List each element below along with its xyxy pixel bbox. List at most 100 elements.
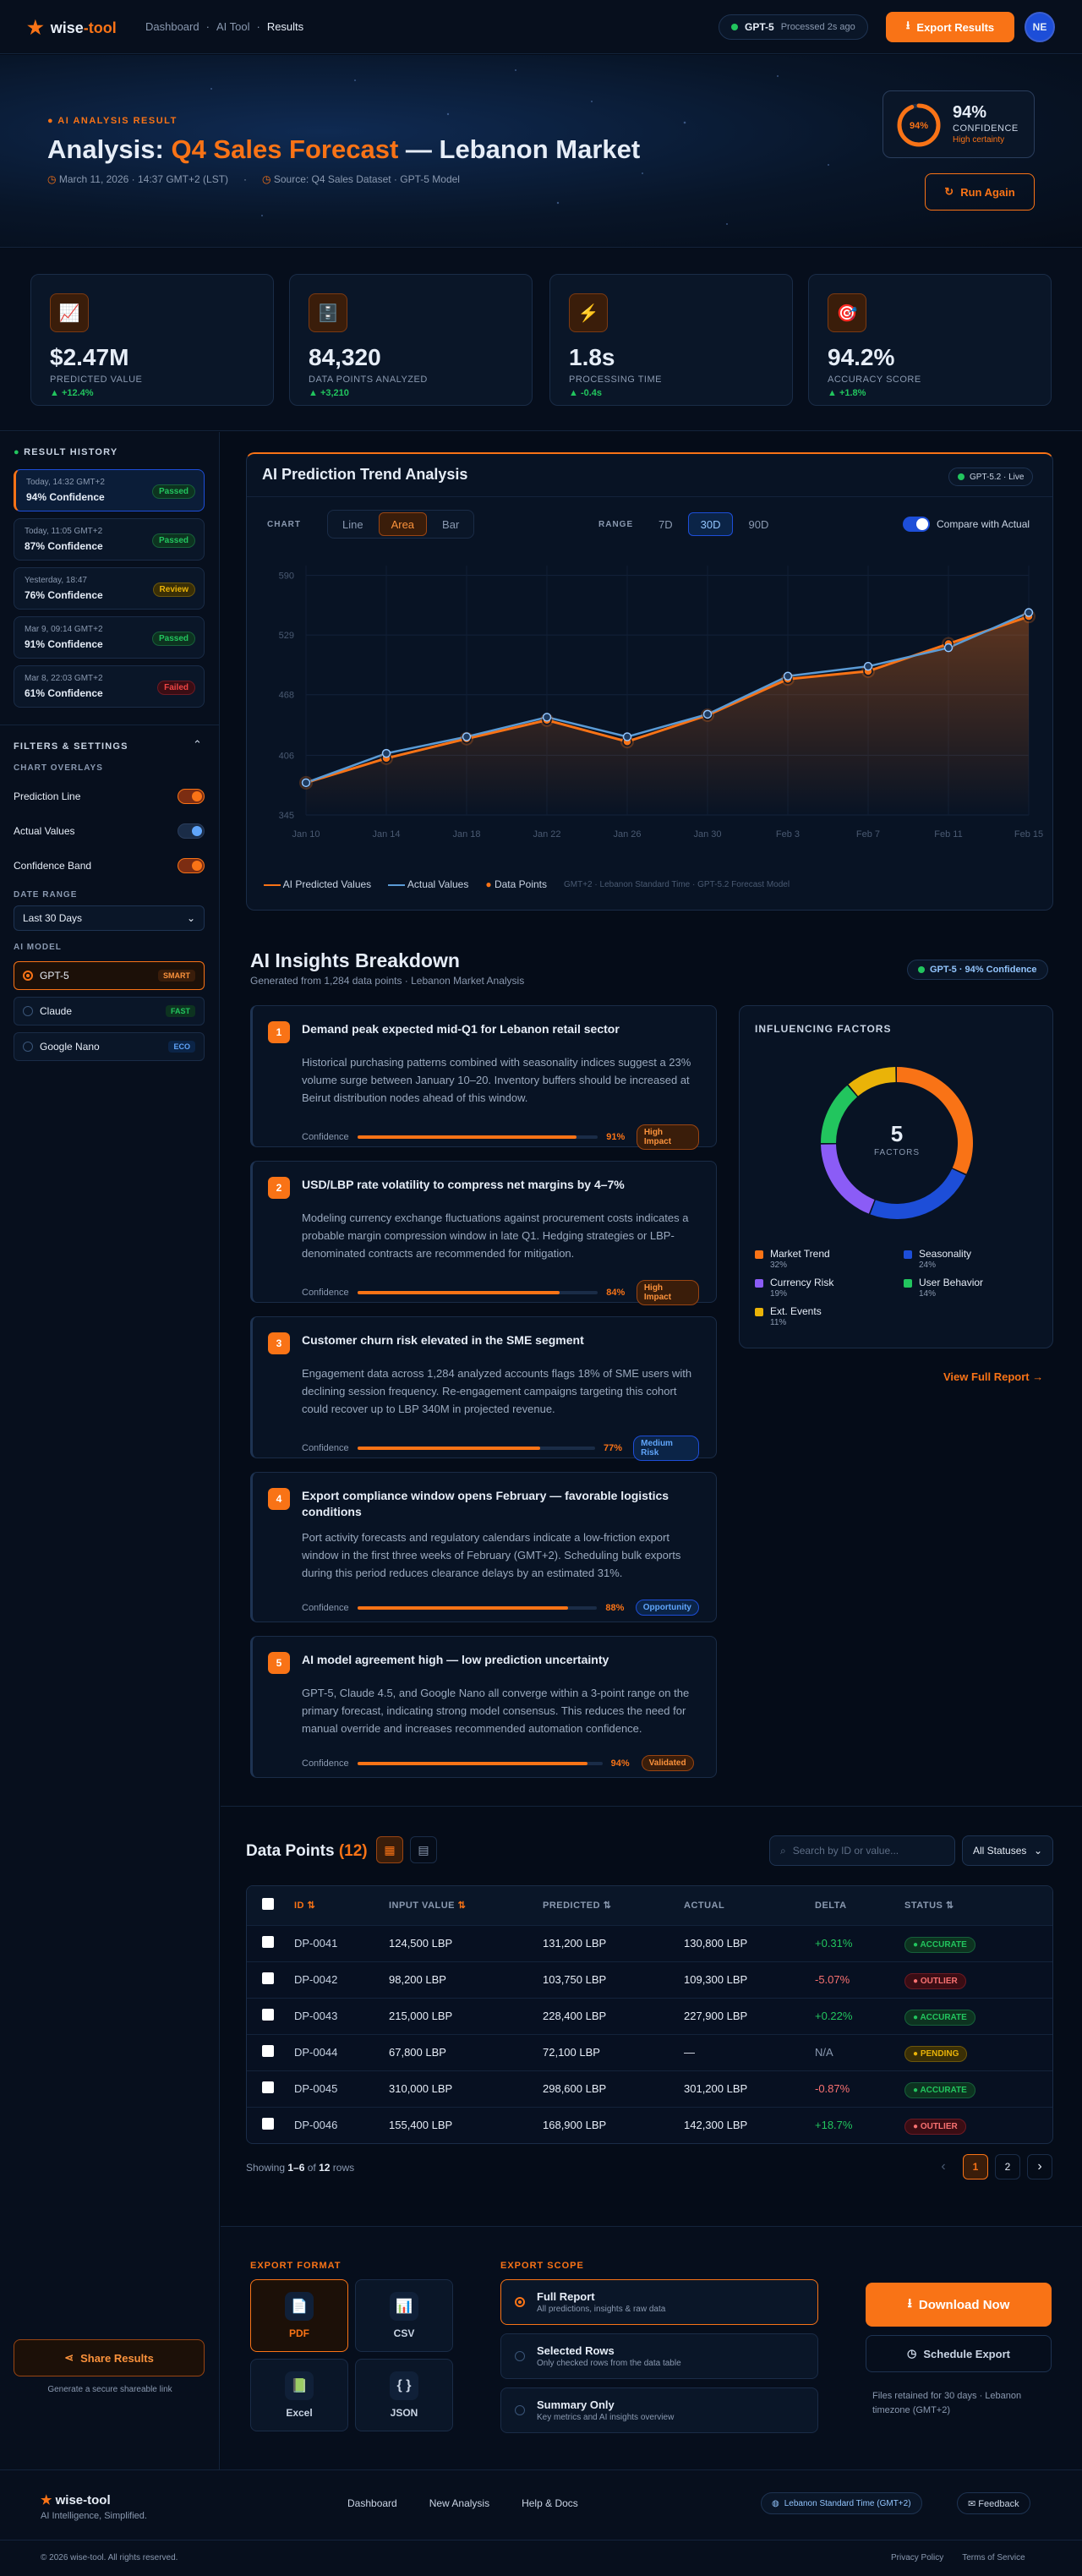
run-again-button[interactable]: ↻ Run Again xyxy=(925,173,1035,211)
table-row[interactable]: DP-0043 215,000 LBP 228,400 LBP 227,900 LBP… xyxy=(247,1997,1052,2034)
table-row[interactable]: DP-0044 67,800 LBP 72,100 LBP — N/A ● PENDING xyxy=(247,2033,1052,2070)
divider xyxy=(247,496,1052,497)
insight-title: USD/LBP rate volatility to compress net … xyxy=(302,1178,625,1191)
history-item[interactable]: Mar 8, 22:03 GMT+2 61% Confidence Failed xyxy=(14,665,205,708)
history-confidence: 94% Confidence xyxy=(26,491,105,503)
format-csv[interactable]: 📊 CSV xyxy=(355,2279,453,2352)
search-input[interactable]: ⌕ Search by ID or value... xyxy=(769,1835,955,1866)
model-option-claude[interactable]: Claude FAST xyxy=(14,997,205,1025)
row-checkbox[interactable] xyxy=(262,2045,274,2057)
compare-toggle[interactable] xyxy=(903,517,930,532)
table-row[interactable]: DP-0046 155,400 LBP 168,900 LBP 142,300 LBP… xyxy=(247,2106,1052,2143)
insight-number: 2 xyxy=(268,1177,290,1199)
donut-slice[interactable] xyxy=(870,1168,966,1219)
chart-type-area[interactable]: Area xyxy=(378,512,428,536)
format-pdf[interactable]: 📄 PDF xyxy=(250,2279,348,2352)
model-option-gpt5[interactable]: GPT-5 SMART xyxy=(14,961,205,990)
date-range-value: Last 30 Days xyxy=(23,912,83,924)
select-all-checkbox[interactable] xyxy=(262,1898,274,1911)
stat-card-data-points: 🗄️ 84,320 DATA POINTS ANALYZED ▲ +3,210 xyxy=(289,274,533,406)
insight-card[interactable]: 3 Customer churn risk elevated in the SM… xyxy=(250,1316,717,1461)
row-checkbox[interactable] xyxy=(262,1972,274,1984)
download-icon: ⭳ xyxy=(907,2295,912,2311)
range-30d[interactable]: 30D xyxy=(687,512,734,536)
col-input-value[interactable]: INPUT VALUE ⇅ xyxy=(389,1886,543,1925)
table-view-icon[interactable]: ▦ xyxy=(376,1836,403,1863)
copyright: © 2026 wise-tool. All rights reserved. xyxy=(41,2553,178,2562)
page-button-1[interactable]: 1 xyxy=(963,2154,988,2179)
page-button-2[interactable]: 2 xyxy=(995,2154,1020,2179)
breadcrumb-ai-tool[interactable]: AI Tool xyxy=(216,20,250,33)
trend-chart: 345 406 468 529 590 Jan 10 Jan 14 Jan 18 Jan 22 J… xyxy=(279,566,1043,840)
schedule-export-button[interactable]: ◷ Schedule Export xyxy=(866,2335,1052,2372)
confidence-card: 94% 94% CONFIDENCE High certainty xyxy=(883,90,1035,158)
feedback-button[interactable]: ✉ Feedback xyxy=(957,2492,1030,2514)
history-confidence: 87% Confidence xyxy=(25,540,103,552)
date-range-select[interactable]: Last 30 Days ⌄ xyxy=(14,905,205,931)
footer-link-new-analysis[interactable]: New Analysis xyxy=(429,2497,489,2509)
footer-link-dashboard[interactable]: Dashboard xyxy=(347,2497,397,2509)
chevron-up-icon[interactable]: ⌃ xyxy=(193,738,202,752)
table-row[interactable]: DP-0045 310,000 LBP 298,600 LBP 301,200 LBP… xyxy=(247,2070,1052,2107)
format-excel[interactable]: 📗 Excel xyxy=(250,2359,348,2431)
processed-time: Processed 2s ago xyxy=(780,22,855,32)
row-checkbox[interactable] xyxy=(262,2118,274,2130)
status-badge: ● ACCURATE xyxy=(904,2010,975,2026)
hero-meta: ◷ March 11, 2026 · 14:37 GMT+2 (LST) · ◷… xyxy=(47,173,460,185)
x-tick-label: Feb 11 xyxy=(934,829,962,840)
breadcrumb-dashboard[interactable]: Dashboard xyxy=(145,20,199,33)
legend-predicted: AI Predicted Values xyxy=(264,878,371,890)
clock-icon: ◷ xyxy=(47,173,57,185)
model-option-google-nano[interactable]: Google Nano ECO xyxy=(14,1032,205,1061)
history-time: Yesterday, 18:47 xyxy=(25,576,87,585)
scope-summary-only[interactable]: Summary Only Key metrics and AI insights … xyxy=(500,2387,818,2433)
insight-card[interactable]: 5 AI model agreement high — low predicti… xyxy=(250,1636,717,1778)
range-90d[interactable]: 90D xyxy=(736,512,780,536)
prediction-line-toggle[interactable] xyxy=(178,789,205,804)
x-tick-label: Jan 30 xyxy=(693,829,721,840)
avatar[interactable]: NE xyxy=(1025,12,1055,42)
actual-values-toggle[interactable] xyxy=(178,823,205,839)
table-row[interactable]: DP-0041 124,500 LBP 131,200 LBP 130,800 LBP… xyxy=(247,1924,1052,1961)
history-item[interactable]: Mar 9, 09:14 GMT+2 91% Confidence Passed xyxy=(14,616,205,659)
view-full-report-link[interactable]: View Full Report → xyxy=(943,1370,1043,1383)
col-status[interactable]: STATUS ⇅ xyxy=(904,1886,1052,1925)
grid-view-icon[interactable]: ▤ xyxy=(410,1836,437,1863)
privacy-policy-link[interactable]: Privacy Policy xyxy=(891,2553,943,2562)
footer-links: Dashboard New Analysis Help & Docs xyxy=(347,2497,578,2509)
format-json[interactable]: { } JSON xyxy=(355,2359,453,2431)
model-status-pill[interactable]: GPT-5 Processed 2s ago xyxy=(719,14,868,40)
row-checkbox[interactable] xyxy=(262,2009,274,2021)
history-item[interactable]: Today, 14:32 GMT+2 94% Confidence Passed xyxy=(14,469,205,511)
history-item[interactable]: Today, 11:05 GMT+2 87% Confidence Passed xyxy=(14,518,205,561)
donut-slice[interactable] xyxy=(848,1067,896,1097)
scope-full-report[interactable]: Full Report All predictions, insights & r… xyxy=(500,2279,818,2325)
export-results-button[interactable]: ⭳ Export Results xyxy=(886,12,1014,42)
history-item[interactable]: Yesterday, 18:47 76% Confidence Review xyxy=(14,567,205,610)
col-id[interactable]: ID ⇅ xyxy=(294,1886,389,1925)
chart-type-label: CHART xyxy=(267,520,301,529)
insight-card[interactable]: 2 USD/LBP rate volatility to compress ne… xyxy=(250,1161,717,1305)
logo[interactable]: ★ wise-tool xyxy=(27,17,117,39)
col-predicted[interactable]: PREDICTED ⇅ xyxy=(543,1886,684,1925)
terms-link[interactable]: Terms of Service xyxy=(962,2553,1025,2562)
chart-type-line[interactable]: Line xyxy=(331,512,375,536)
download-now-button[interactable]: ⭳ Download Now xyxy=(866,2283,1052,2327)
status-filter-select[interactable]: All Statuses ⌄ xyxy=(962,1835,1053,1866)
range-7d[interactable]: 7D xyxy=(647,512,685,536)
share-label: Share Results xyxy=(80,2351,154,2365)
chevron-left-icon[interactable]: ‹ xyxy=(931,2154,956,2179)
footer-brand[interactable]: ★ wise-tool xyxy=(41,2492,111,2508)
share-results-button[interactable]: ⋖ Share Results xyxy=(14,2339,205,2376)
row-checkbox[interactable] xyxy=(262,1936,274,1948)
insight-card[interactable]: 4 Export compliance window opens Februar… xyxy=(250,1472,717,1622)
table-row[interactable]: DP-0042 98,200 LBP 103,750 LBP 109,300 LBP -… xyxy=(247,1961,1052,1998)
insight-card[interactable]: 1 Demand peak expected mid-Q1 for Lebano… xyxy=(250,1005,717,1150)
chart-type-bar[interactable]: Bar xyxy=(430,512,471,536)
chevron-right-icon[interactable]: › xyxy=(1027,2154,1052,2179)
footer-link-help[interactable]: Help & Docs xyxy=(522,2497,578,2509)
scope-selected-rows[interactable]: Selected Rows Only checked rows from the … xyxy=(500,2333,818,2379)
confidence-band-toggle[interactable] xyxy=(178,858,205,873)
row-checkbox[interactable] xyxy=(262,2081,274,2093)
breadcrumb-results: Results xyxy=(266,20,304,33)
